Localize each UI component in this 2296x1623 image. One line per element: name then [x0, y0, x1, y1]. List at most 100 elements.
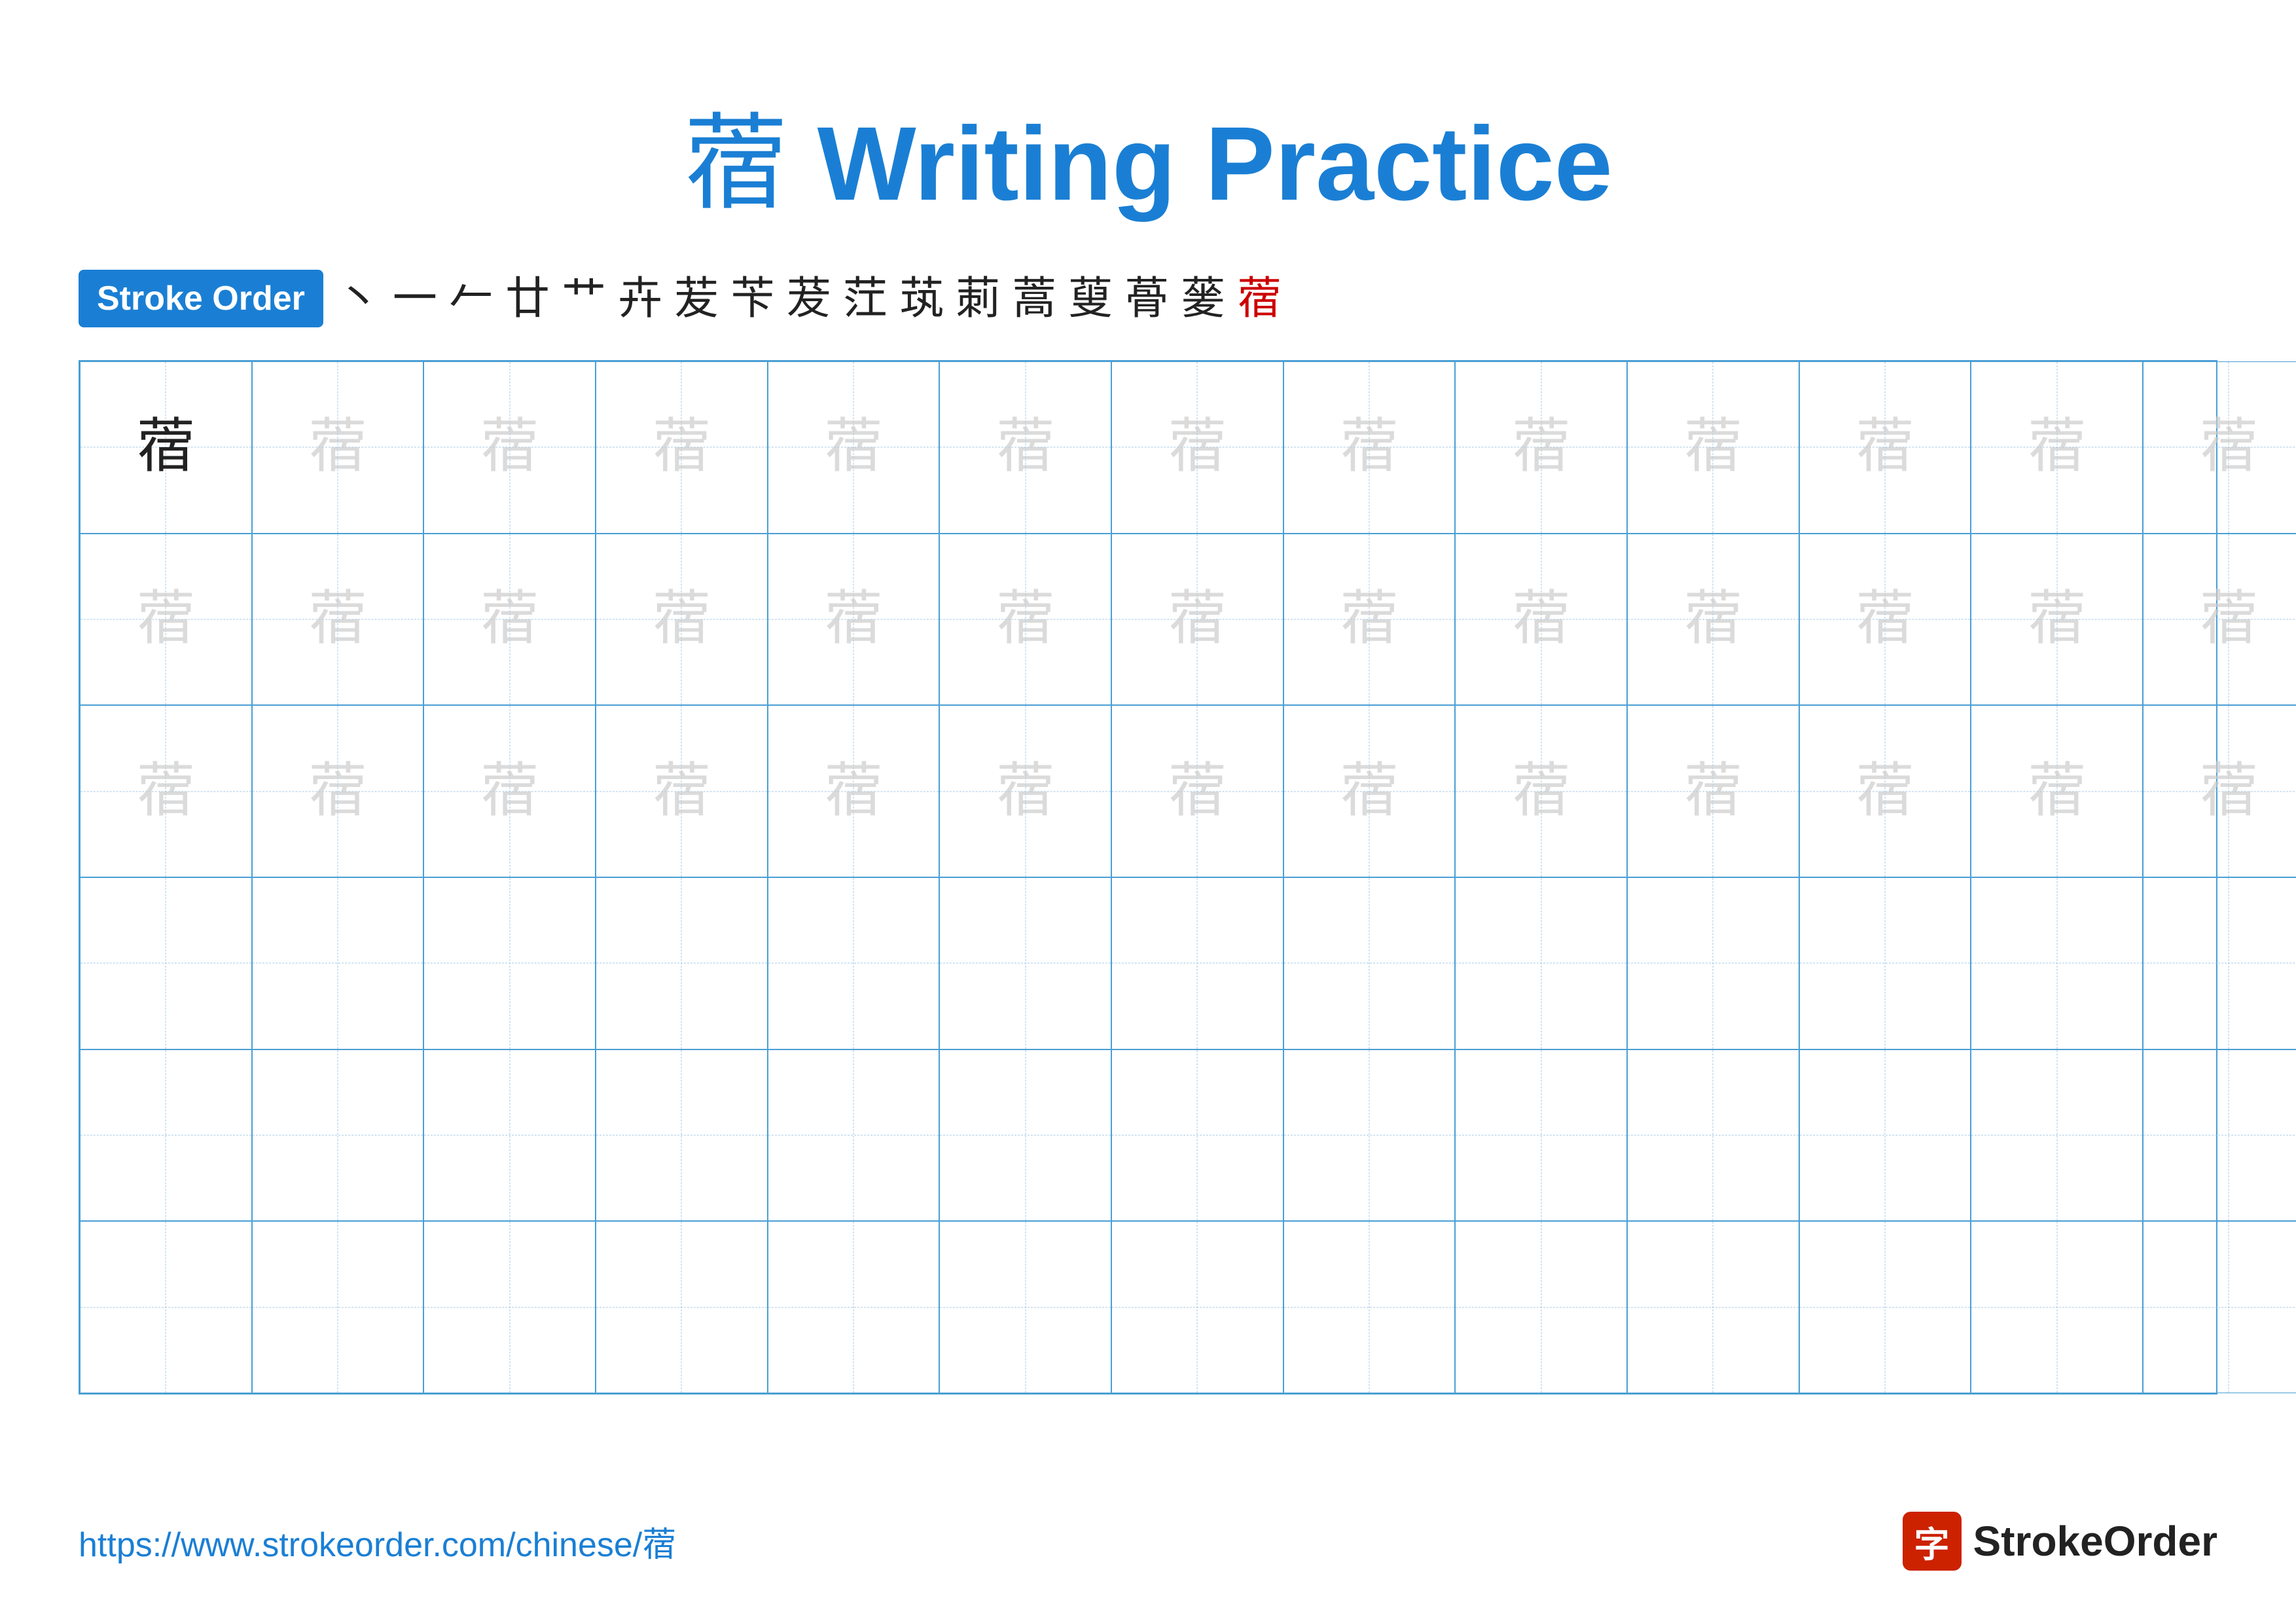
footer-url[interactable]: https://www.strokeorder.com/chinese/蓿 — [79, 1517, 676, 1566]
grid-cell[interactable]: 蓿 — [1455, 705, 1627, 877]
grid-cell[interactable] — [2143, 1221, 2296, 1393]
grid-cell[interactable] — [1971, 877, 2143, 1049]
stroke-sequence: 丶 一 𠂉 廿 艹 𠦄 苃 苄 茇 茳 茿 莿 蒿 蓃 蓇 蓌 蓿 — [336, 276, 1282, 321]
grid-cell[interactable]: 蓿 — [423, 534, 596, 706]
grid-cell[interactable]: 蓿 — [80, 361, 252, 534]
stroke-4: 廿 — [505, 276, 550, 321]
grid-cell[interactable] — [1627, 1221, 1799, 1393]
grid-cell[interactable]: 蓿 — [1799, 361, 1971, 534]
grid-cell[interactable] — [596, 1049, 768, 1222]
grid-cell[interactable] — [423, 1221, 596, 1393]
grid-cell[interactable]: 蓿 — [1627, 534, 1799, 706]
grid-cell[interactable] — [939, 877, 1111, 1049]
grid-cell[interactable]: 蓿 — [423, 361, 596, 534]
grid-cell[interactable]: 蓿 — [596, 534, 768, 706]
grid-cell[interactable]: 蓿 — [596, 361, 768, 534]
stroke-2: 一 — [393, 276, 437, 321]
grid-cell[interactable] — [1111, 1049, 1283, 1222]
grid-cell[interactable]: 蓿 — [596, 705, 768, 877]
grid-cell[interactable] — [252, 1049, 424, 1222]
grid-cell[interactable] — [1627, 1049, 1799, 1222]
grid-cell[interactable]: 蓿 — [252, 534, 424, 706]
grid-cell[interactable]: 蓿 — [1111, 361, 1283, 534]
grid-cell[interactable] — [423, 877, 596, 1049]
title-chinese-char: 蓿 — [683, 106, 788, 223]
grid-cell[interactable] — [1283, 1049, 1456, 1222]
grid-cell[interactable] — [1799, 1049, 1971, 1222]
practice-char: 蓿 — [480, 418, 539, 477]
grid-cell[interactable] — [596, 877, 768, 1049]
grid-cell[interactable] — [1455, 877, 1627, 1049]
grid-cell[interactable] — [423, 1049, 596, 1222]
grid-cell[interactable] — [1971, 1221, 2143, 1393]
grid-cell[interactable] — [1111, 1221, 1283, 1393]
grid-cell[interactable] — [2143, 1049, 2296, 1222]
logo-text: StrokeOrder — [1973, 1517, 2217, 1565]
grid-cell[interactable]: 蓿 — [252, 705, 424, 877]
grid-cell[interactable] — [80, 1049, 252, 1222]
grid-cell[interactable]: 蓿 — [1971, 534, 2143, 706]
grid-cell[interactable]: 蓿 — [1455, 534, 1627, 706]
stroke-1: 丶 — [336, 276, 381, 321]
grid-cell[interactable]: 蓿 — [768, 361, 940, 534]
grid-cell[interactable]: 蓿 — [2143, 534, 2296, 706]
grid-cell[interactable]: 蓿 — [939, 361, 1111, 534]
grid-cell[interactable] — [1799, 1221, 1971, 1393]
grid-cell[interactable]: 蓿 — [2143, 361, 2296, 534]
grid-cell[interactable] — [768, 1221, 940, 1393]
grid-cell[interactable] — [939, 1221, 1111, 1393]
grid-cell[interactable] — [2143, 877, 2296, 1049]
practice-char: 蓿 — [824, 762, 883, 821]
grid-cell[interactable] — [252, 877, 424, 1049]
grid-cell[interactable] — [768, 1049, 940, 1222]
grid-cell[interactable]: 蓿 — [80, 705, 252, 877]
grid-cell[interactable] — [939, 1049, 1111, 1222]
practice-char: 蓿 — [1683, 590, 1742, 649]
grid-cell[interactable]: 蓿 — [1111, 705, 1283, 877]
grid-cell[interactable]: 蓿 — [423, 705, 596, 877]
grid-cell[interactable]: 蓿 — [1971, 705, 2143, 877]
grid-cell[interactable]: 蓿 — [252, 361, 424, 534]
grid-cell[interactable]: 蓿 — [1627, 705, 1799, 877]
stroke-11: 茿 — [899, 276, 944, 321]
grid-cell[interactable]: 蓿 — [80, 534, 252, 706]
grid-cell[interactable]: 蓿 — [1799, 705, 1971, 877]
grid-cell[interactable]: 蓿 — [1799, 534, 1971, 706]
grid-cell[interactable]: 蓿 — [1627, 361, 1799, 534]
grid-cell[interactable]: 蓿 — [1455, 361, 1627, 534]
grid-cell[interactable] — [1283, 1221, 1456, 1393]
grid-cell[interactable]: 蓿 — [2143, 705, 2296, 877]
grid-cell[interactable]: 蓿 — [768, 705, 940, 877]
grid-cell[interactable] — [1627, 877, 1799, 1049]
grid-cell[interactable] — [252, 1221, 424, 1393]
grid-cell[interactable] — [80, 877, 252, 1049]
grid-cell[interactable] — [1111, 877, 1283, 1049]
grid-cell[interactable]: 蓿 — [1283, 705, 1456, 877]
practice-char: 蓿 — [136, 590, 195, 649]
practice-char: 蓿 — [308, 762, 367, 821]
grid-cell[interactable] — [1971, 1049, 2143, 1222]
grid-cell[interactable] — [596, 1221, 768, 1393]
practice-grid: 蓿蓿蓿蓿蓿蓿蓿蓿蓿蓿蓿蓿蓿蓿蓿蓿蓿蓿蓿蓿蓿蓿蓿蓿蓿蓿蓿蓿蓿蓿蓿蓿蓿蓿蓿蓿蓿蓿蓿 — [79, 360, 2217, 1395]
stroke-order-row: Stroke Order 丶 一 𠂉 廿 艹 𠦄 苃 苄 茇 茳 茿 莿 蒿 蓃… — [79, 270, 2217, 327]
grid-cell[interactable] — [1455, 1221, 1627, 1393]
grid-cell[interactable]: 蓿 — [1111, 534, 1283, 706]
grid-cell[interactable]: 蓿 — [1971, 361, 2143, 534]
grid-cell[interactable] — [1283, 877, 1456, 1049]
stroke-13: 蒿 — [1012, 276, 1056, 321]
grid-cell[interactable] — [80, 1221, 252, 1393]
grid-cell[interactable]: 蓿 — [939, 534, 1111, 706]
grid-cell[interactable]: 蓿 — [768, 534, 940, 706]
grid-cell[interactable] — [1455, 1049, 1627, 1222]
practice-char: 蓿 — [136, 418, 195, 477]
grid-cell[interactable]: 蓿 — [939, 705, 1111, 877]
grid-cell[interactable] — [1799, 877, 1971, 1049]
grid-cell[interactable]: 蓿 — [1283, 534, 1456, 706]
practice-char: 蓿 — [1340, 590, 1399, 649]
grid-cell[interactable] — [768, 877, 940, 1049]
practice-char: 蓿 — [652, 418, 711, 477]
grid-cell[interactable]: 蓿 — [1283, 361, 1456, 534]
practice-char: 蓿 — [2028, 418, 2087, 477]
practice-char: 蓿 — [308, 590, 367, 649]
stroke-5: 艹 — [562, 276, 606, 321]
